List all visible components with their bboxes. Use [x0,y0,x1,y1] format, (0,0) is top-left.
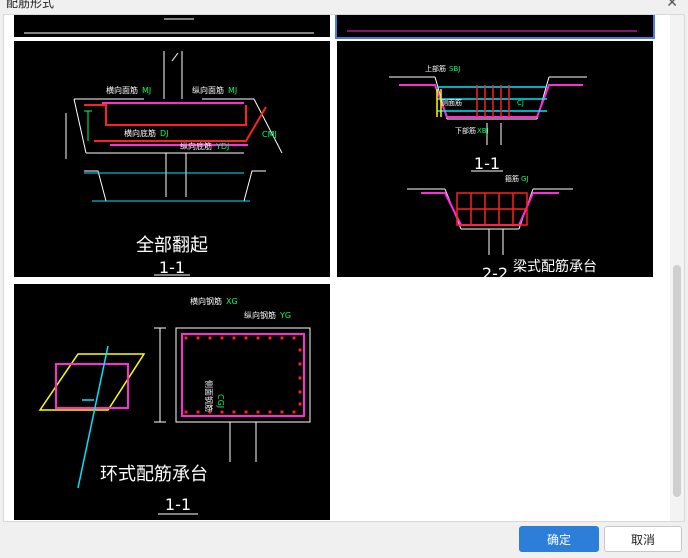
label-transverse-code: XG [226,297,238,306]
label-side: 侧面钢筋 [204,380,214,412]
caption-full-fold: 全部翻起 [136,235,208,256]
label-side-code: CGJ [216,394,225,408]
label-longitudinal: 纵向钢筋 [244,310,276,320]
label-bottom-bar-code: XBJ [477,127,489,135]
label-transverse-top-code: MJ [142,86,151,95]
thumbnail-ring-cap[interactable]: 横向钢筋 XG 纵向钢筋 YG 侧面钢筋 CGJ 环式配筋承台 1-1 [14,284,330,520]
caption-ring-cap: 环式配筋承台 [100,464,208,485]
thumbnail-partial-right-selected[interactable] [335,15,655,39]
thumbnail-beam-cap[interactable]: 上部筋 SBJ 侧面筋 CJ 下部筋 XBJ 箍筋 GJ 1-1 2-2 梁式配… [337,41,653,277]
ok-button[interactable]: 确定 [519,526,599,552]
label-longitudinal-top: 纵向面筋 [192,85,224,95]
label-stirrup-code: GJ [521,175,529,183]
label-longitudinal-code: YG [279,311,291,320]
style-list: 横向面筋 MJ 纵向面筋 MJ 横向底筋 DJ 纵向底筋 YDJ CMJ 全部翻… [3,14,685,522]
label-side-bar-code: CJ [517,99,524,107]
title-bar: 配筋形式 ✕ [0,0,688,14]
label-top-bar-code: SBJ [449,65,460,73]
label-side-code: CMJ [262,130,277,139]
label-longitudinal-bottom-code: YDJ [215,142,229,151]
label-transverse: 横向钢筋 [190,296,222,306]
label-longitudinal-bottom: 纵向底筋 [180,141,212,151]
partial-drawing [347,30,637,32]
full-fold-drawing: 横向面筋 MJ 纵向面筋 MJ 横向底筋 DJ 纵向底筋 YDJ CMJ 全部翻… [65,51,283,277]
label-bottom-bar: 下部筋 [455,126,476,135]
partial-drawing [24,18,314,34]
section-label: 1-1 [165,495,191,514]
ring-rebar [181,333,305,417]
label-stirrup: 箍筋 [505,174,519,183]
label-transverse-bottom: 横向底筋 [124,128,156,138]
cancel-button[interactable]: 取消 [604,526,682,552]
label-longitudinal-top-code: MJ [228,86,237,95]
close-icon[interactable]: ✕ [666,0,678,11]
section-bottom-label: 2-2 [482,264,508,277]
ring-cap-drawing: 横向钢筋 XG 纵向钢筋 YG 侧面钢筋 CGJ 环式配筋承台 1-1 [38,296,311,515]
thumbnail-full-fold[interactable]: 横向面筋 MJ 纵向面筋 MJ 横向底筋 DJ 纵向底筋 YDJ CMJ 全部翻… [14,41,330,277]
vertical-scrollbar[interactable] [670,15,684,521]
label-top-bar: 上部筋 [425,64,446,73]
thumbnail-partial-left[interactable] [14,15,330,37]
section-label: 1-1 [159,258,185,277]
label-transverse-top: 横向面筋 [106,85,138,95]
scrollbar-thumb[interactable] [673,265,681,497]
dialog-title: 配筋形式 [6,0,55,10]
beam-cap-drawing: 上部筋 SBJ 侧面筋 CJ 下部筋 XBJ 箍筋 GJ 1-1 2-2 梁式配… [389,64,597,277]
caption-beam-cap: 梁式配筋承台 [513,258,597,275]
label-transverse-bottom-code: DJ [160,129,169,138]
label-side-bar: 侧面筋 [441,98,462,107]
section-top-label: 1-1 [474,154,500,173]
